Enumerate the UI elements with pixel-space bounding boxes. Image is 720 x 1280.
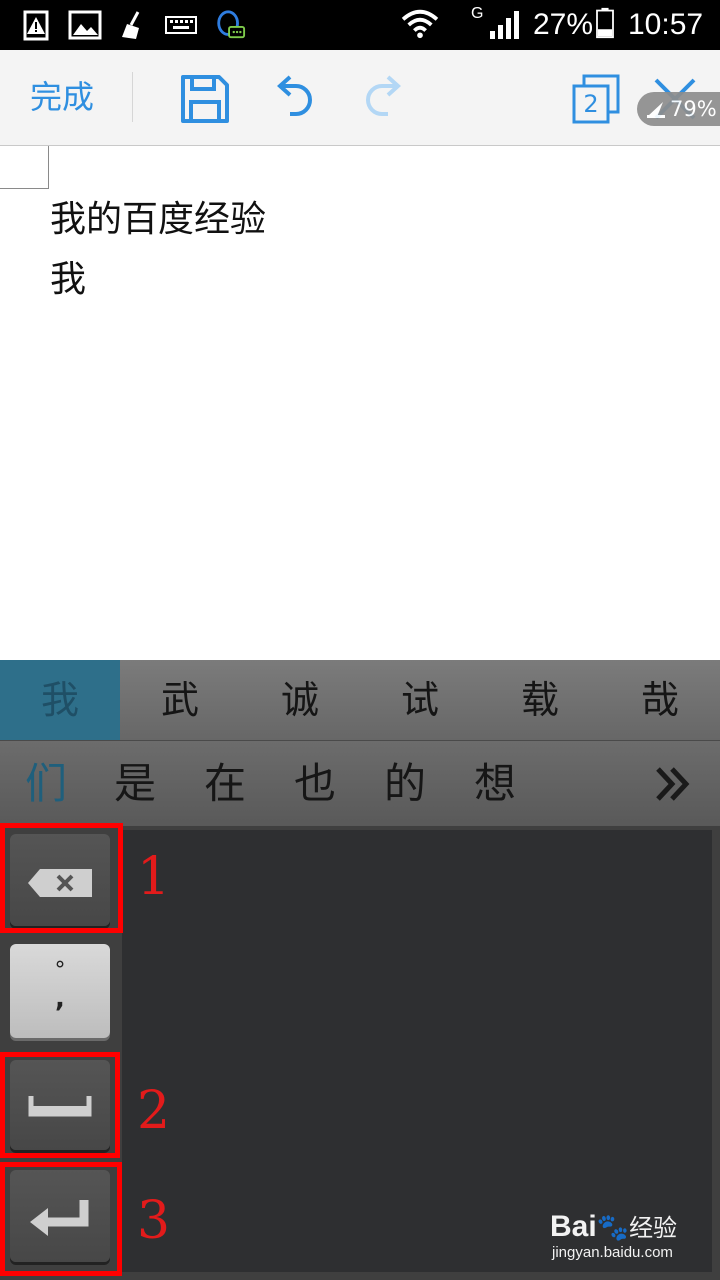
battery-warning-icon bbox=[23, 10, 49, 41]
candidate-item[interactable]: 哉 bbox=[600, 660, 720, 740]
association-item[interactable]: 在 bbox=[195, 741, 255, 827]
page-count: 2 bbox=[583, 90, 599, 118]
redo-icon[interactable] bbox=[358, 72, 412, 126]
association-item[interactable]: 们 bbox=[16, 741, 76, 827]
watermark-brand: Bai bbox=[550, 1210, 597, 1243]
candidate-item[interactable]: 我 bbox=[0, 660, 120, 740]
toolbar-divider bbox=[132, 72, 133, 122]
image-icon bbox=[68, 10, 102, 40]
candidate-bar: 我 武 诚 试 载 哉 bbox=[0, 660, 720, 740]
annotation-label-2: 2 bbox=[137, 1081, 171, 1141]
document-line: 我的百度经验 bbox=[50, 199, 267, 240]
baidu-jingyan-watermark: Bai🐾经验 jingyan.baidu.com bbox=[550, 1210, 715, 1265]
save-icon[interactable] bbox=[178, 72, 232, 126]
battery-icon bbox=[596, 7, 614, 39]
status-bar: G 27% 10:57 bbox=[0, 0, 720, 50]
punct-top-label: ° bbox=[54, 958, 66, 983]
watermark-brand-suffix: 经验 bbox=[629, 1215, 678, 1242]
candidate-item[interactable]: 武 bbox=[120, 660, 240, 740]
punct-bottom-label: , bbox=[55, 984, 65, 1014]
paw-icon: 🐾 bbox=[596, 1212, 630, 1242]
document-line: 我 bbox=[50, 259, 87, 300]
floating-speed-badge[interactable]: 79% bbox=[637, 92, 720, 126]
candidate-item[interactable]: 试 bbox=[360, 660, 480, 740]
candidate-item[interactable]: 载 bbox=[480, 660, 600, 740]
wifi-icon bbox=[401, 9, 439, 39]
annotation-label-1: 1 bbox=[137, 847, 171, 907]
annotation-box-3 bbox=[0, 1162, 122, 1276]
annotation-box-1 bbox=[0, 823, 123, 933]
battery-percent: 27% bbox=[533, 8, 594, 41]
done-button[interactable]: 完成 bbox=[30, 77, 94, 117]
clock: 10:57 bbox=[628, 8, 704, 41]
candidate-item[interactable]: 诚 bbox=[240, 660, 360, 740]
qq-icon bbox=[217, 10, 246, 39]
keyboard-icon bbox=[165, 16, 197, 34]
association-item[interactable]: 的 bbox=[375, 741, 435, 827]
punctuation-key[interactable]: ° , bbox=[10, 944, 110, 1038]
association-bar: 们 是 在 也 的 想 bbox=[0, 740, 720, 827]
network-type-label: G bbox=[471, 5, 484, 22]
undo-icon[interactable] bbox=[266, 72, 320, 126]
pages-button[interactable]: 2 bbox=[570, 72, 624, 126]
cleaner-icon bbox=[122, 11, 140, 39]
association-item[interactable]: 也 bbox=[285, 741, 345, 827]
editor-toolbar: 完成 2 bbox=[0, 50, 720, 146]
annotation-box-2 bbox=[0, 1052, 120, 1158]
document-area[interactable]: 我的百度经验 我 bbox=[0, 146, 720, 660]
handwriting-area[interactable] bbox=[122, 830, 712, 1272]
association-item[interactable]: 想 bbox=[465, 741, 525, 827]
expand-chevrons-icon[interactable] bbox=[652, 765, 694, 803]
rocket-icon bbox=[647, 102, 665, 118]
watermark-url: jingyan.baidu.com bbox=[552, 1244, 673, 1261]
annotation-label-3: 3 bbox=[137, 1191, 171, 1251]
cellular-signal-icon bbox=[490, 11, 519, 39]
association-item[interactable]: 是 bbox=[105, 741, 165, 827]
floating-badge-percent: 79% bbox=[670, 97, 717, 121]
page-corner-marker bbox=[0, 146, 49, 189]
